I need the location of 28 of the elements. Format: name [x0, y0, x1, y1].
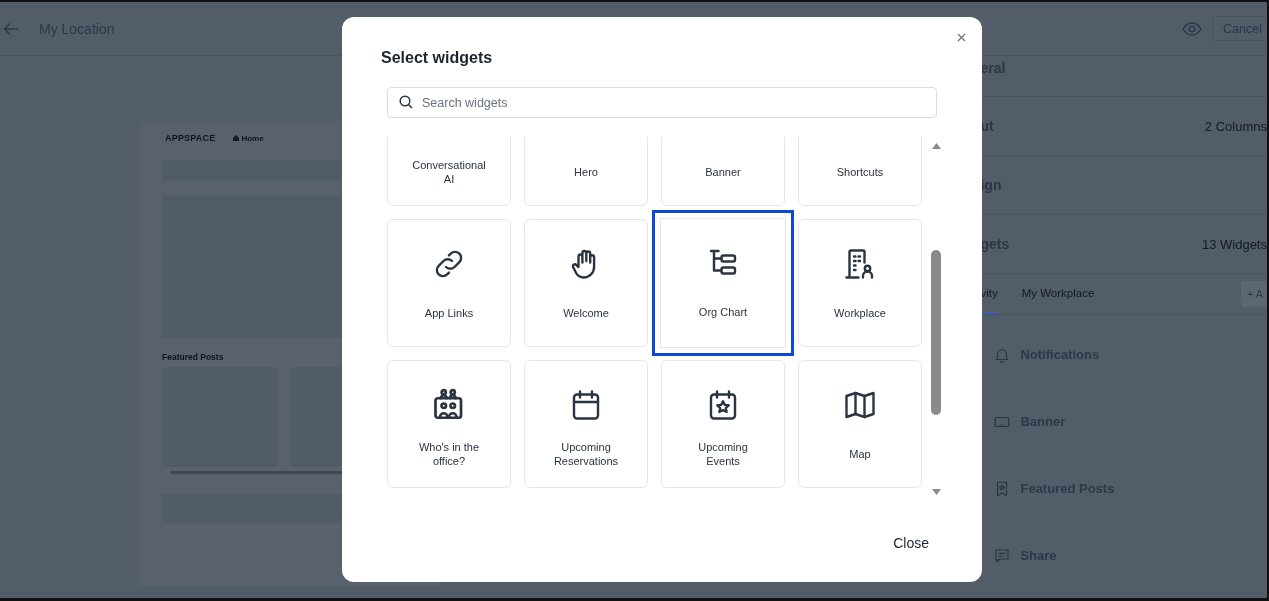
setting-value: 2 Columns — [1204, 118, 1267, 134]
widget-tile[interactable]: Upcoming Reservations — [524, 360, 648, 488]
widget-tile[interactable]: Who's in the office? — [387, 360, 511, 488]
message-icon — [993, 546, 1012, 565]
close-button[interactable]: Close — [885, 529, 937, 557]
widget-tile[interactable]: Hero — [524, 137, 648, 206]
house-icon — [233, 135, 240, 141]
scroll-up-arrow-icon[interactable] — [932, 143, 941, 149]
widget-tile[interactable]: Shortcuts — [798, 137, 922, 206]
setting-value: 13 Widgets — [1201, 236, 1267, 252]
widget-tile[interactable]: App Links — [387, 219, 511, 347]
widget-tile[interactable]: Conversational AI — [387, 137, 511, 206]
back-arrow-icon[interactable] — [3, 21, 19, 36]
widget-tile[interactable]: Map — [798, 360, 922, 488]
scroll-down-arrow-icon[interactable] — [932, 489, 941, 495]
section-title: Featured Posts — [162, 352, 225, 362]
search-icon — [399, 95, 413, 109]
widget-tile[interactable]: Org Chart — [652, 210, 794, 356]
widget-tile[interactable]: Upcoming Events — [661, 360, 785, 488]
search-field[interactable]: Search widgets — [387, 87, 937, 118]
close-icon[interactable] — [955, 31, 968, 44]
dialog-title: Select widgets — [381, 48, 494, 68]
widget-tile[interactable]: Workplace — [798, 219, 922, 347]
widget-tile[interactable]: Banner — [661, 137, 785, 206]
scrollbar-thumb[interactable] — [931, 250, 941, 415]
widget-tile[interactable]: Welcome — [524, 219, 648, 347]
logo: APPSPACE — [165, 133, 216, 143]
eye-icon[interactable] — [1182, 21, 1203, 36]
